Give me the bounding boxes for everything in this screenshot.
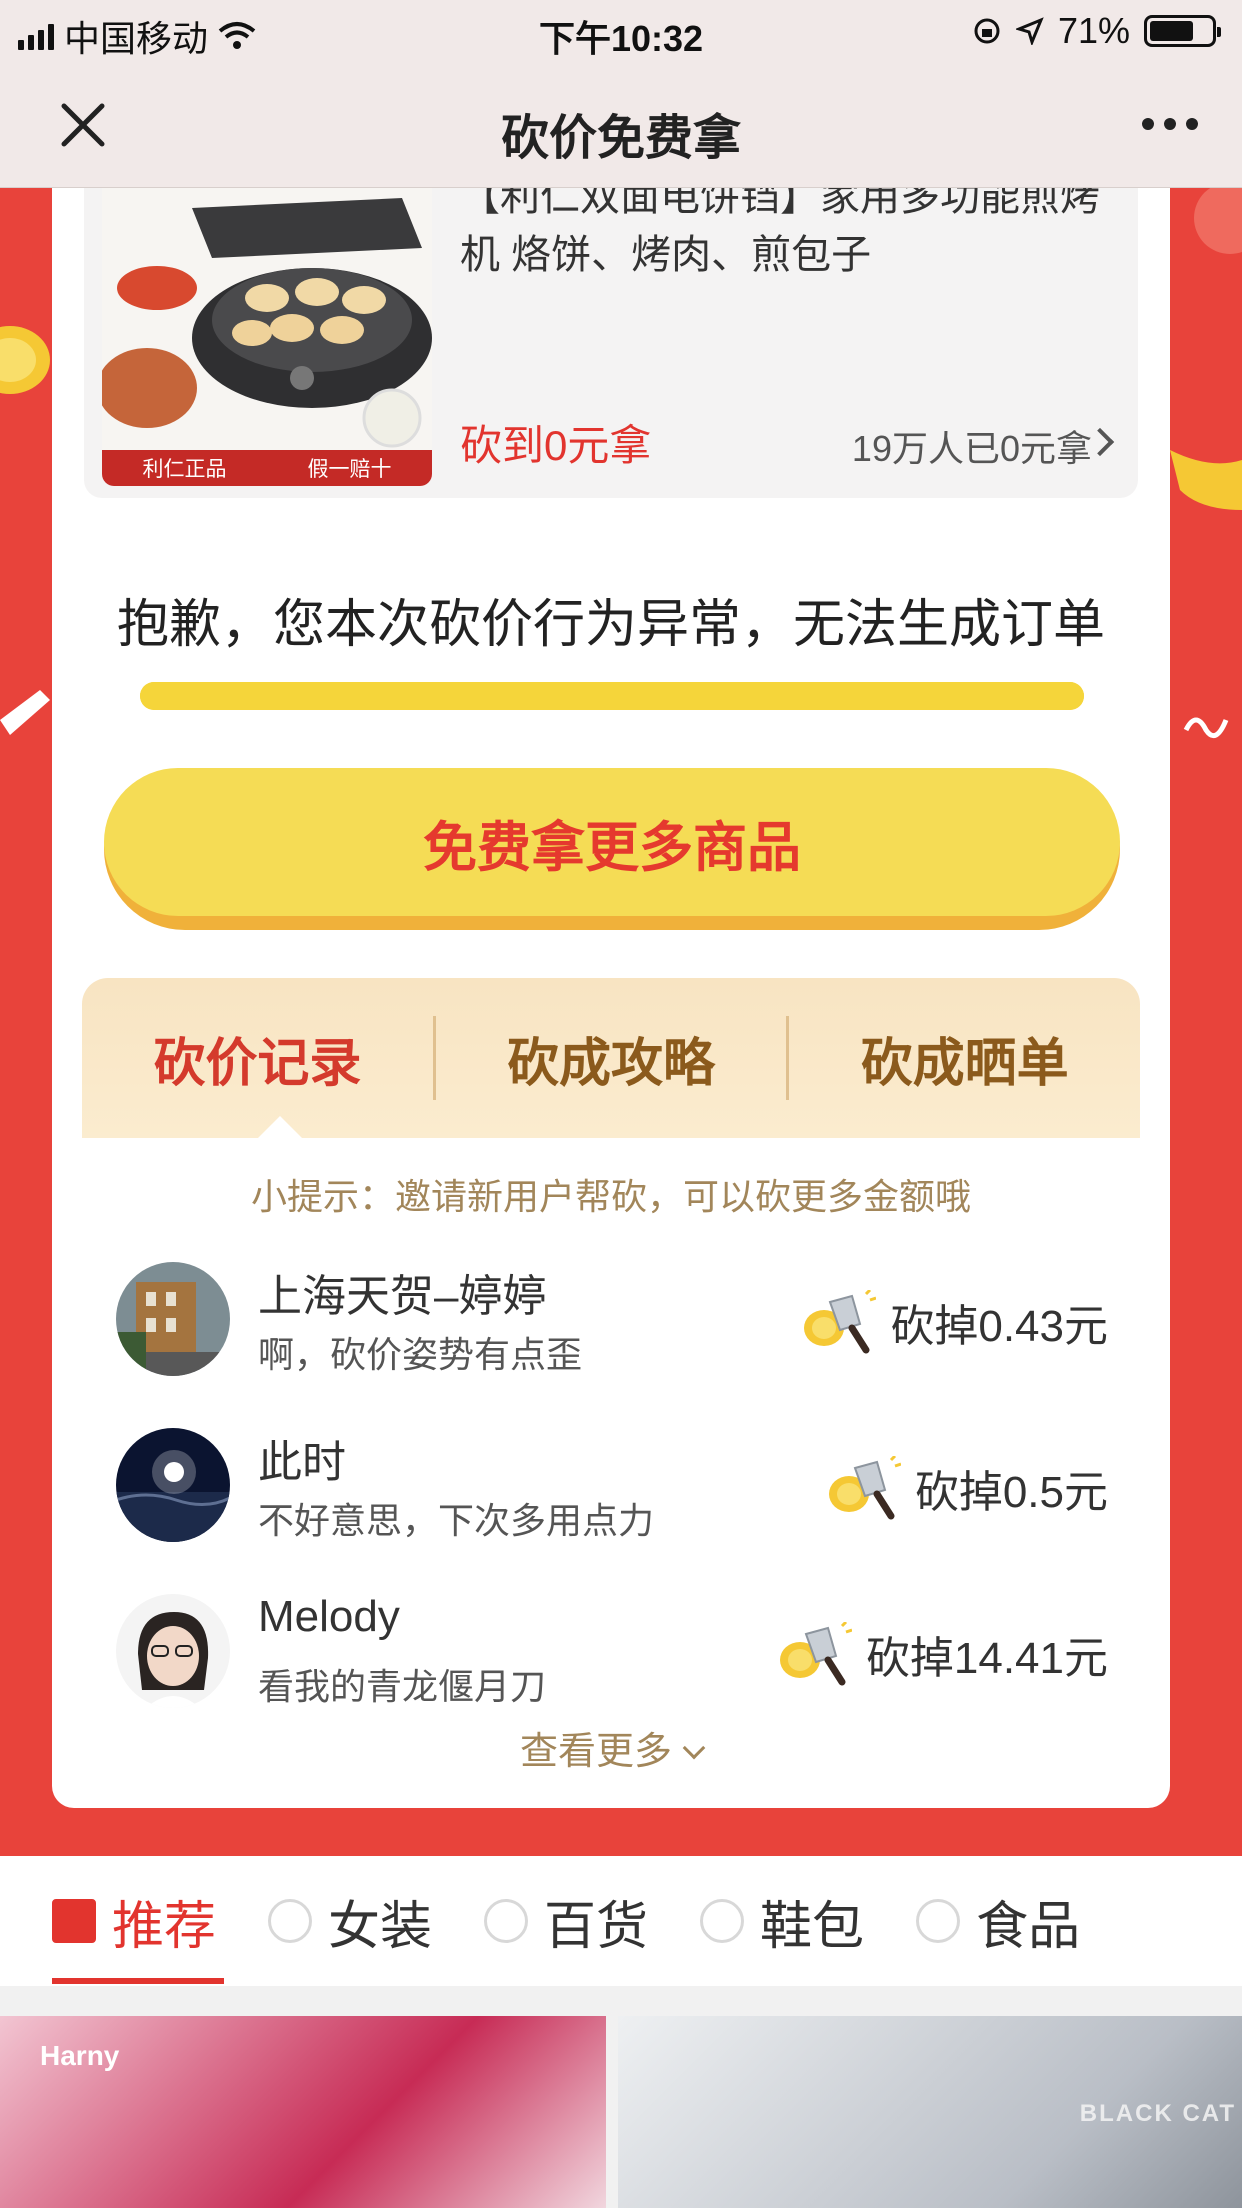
record-amount: 砍掉0.5元 xyxy=(914,1468,1108,1517)
tab-general-goods[interactable]: 百货 xyxy=(484,1884,648,1959)
product-card[interactable]: 利仁正品 假一赔十 【利仁双面电饼铛】家用多功能煎烤机 烙饼、烤肉、煎包子 砍到… xyxy=(84,188,1138,498)
tab-bargain-record[interactable]: 砍价记录 xyxy=(82,1021,433,1096)
record-name: 上海天贺–婷婷 xyxy=(258,1272,547,1321)
record-name: 此时 xyxy=(258,1438,346,1487)
category-label: 百货 xyxy=(544,1897,649,1956)
category-tabs: 推荐 女装 百货 鞋包 食品 xyxy=(0,1856,1242,1986)
record-amount: 砍掉14.41元 xyxy=(865,1634,1108,1683)
image-band-left: 利仁正品 xyxy=(142,458,227,481)
tab-bargain-showcase[interactable]: 砍成晒单 xyxy=(789,1021,1140,1096)
main-card: 利仁正品 假一赔十 【利仁双面电饼铛】家用多功能煎烤机 烙饼、烤肉、煎包子 砍到… xyxy=(52,188,1170,1808)
list-item: 此时 不好意思，下次多用点力 砍掉0.5元 xyxy=(52,1412,1170,1578)
corner-decoration xyxy=(1194,188,1242,254)
product-count-label[interactable]: 19万人已0元拿 xyxy=(852,420,1092,472)
page-title: 砍价免费拿 xyxy=(500,112,741,165)
coin-decoration xyxy=(0,326,50,394)
record-name: Melody xyxy=(258,1592,400,1641)
ribbon-decoration xyxy=(1183,717,1229,739)
shirt-icon xyxy=(268,1899,313,1943)
list-item: 上海天贺–婷婷 啊，砍价姿势有点歪 砍掉0.43元 xyxy=(52,1246,1170,1412)
star-icon xyxy=(52,1899,96,1943)
product-price-label: 砍到0元拿 xyxy=(460,422,652,469)
tip-text: 小提示：邀请新用户帮砍，可以砍更多金额哦 xyxy=(250,1176,971,1217)
category-label: 食品 xyxy=(976,1897,1081,1956)
product-brand-text: Harny xyxy=(40,2040,120,2071)
tab-recommend[interactable]: 推荐 xyxy=(52,1884,216,1959)
knife-coin-icon xyxy=(804,1290,877,1354)
watermark-logo: BLACK CAT xyxy=(1079,2100,1236,2127)
tab-womens-clothing[interactable]: 女装 xyxy=(268,1884,432,1959)
status-bar: 中国移动 下午10:32 71% xyxy=(0,0,1242,62)
category-label: 女装 xyxy=(328,1897,433,1956)
chevron-down-icon xyxy=(682,1736,706,1760)
record-message: 不好意思，下次多用点力 xyxy=(258,1500,655,1541)
rotation-lock-icon xyxy=(974,18,1000,44)
bargain-records: 上海天贺–婷婷 啊，砍价姿势有点歪 砍掉0.43元 此时 不好意思，下次多用点力… xyxy=(52,1246,1170,1744)
more-icon[interactable] xyxy=(1142,118,1198,130)
more-products-label: 免费拿更多商品 xyxy=(104,768,1120,916)
avatar xyxy=(116,1262,230,1376)
record-amount: 砍掉0.43元 xyxy=(890,1302,1108,1351)
error-notice: 抱歉，您本次砍价行为异常，无法生成订单 xyxy=(116,596,1105,654)
coin-decoration xyxy=(1170,450,1242,510)
avatar xyxy=(116,1594,230,1708)
tab-food[interactable]: 食品 xyxy=(916,1884,1080,1959)
more-products-button[interactable]: 免费拿更多商品 xyxy=(104,768,1120,930)
active-tab-underline xyxy=(52,1978,224,1984)
view-more-link[interactable]: 查看更多 xyxy=(52,1720,1170,1775)
record-tabs: 砍价记录 砍成攻略 砍成晒单 xyxy=(82,978,1140,1138)
record-message: 啊，砍价姿势有点歪 xyxy=(258,1334,583,1375)
nav-bar: 砍价免费拿 xyxy=(0,62,1242,188)
product-title: 【利仁双面电饼铛】家用多功能煎烤机 烙饼、烤肉、煎包子 xyxy=(460,188,1100,277)
firecracker-decoration xyxy=(0,690,50,735)
battery-percent: 71% xyxy=(1057,10,1130,51)
product-image: 利仁正品 假一赔十 xyxy=(102,188,432,486)
record-message: 看我的青龙偃月刀 xyxy=(258,1666,547,1707)
knife-coin-icon xyxy=(828,1456,901,1520)
knife-coin-icon xyxy=(779,1622,852,1686)
shoe-icon xyxy=(700,1899,745,1943)
location-arrow-icon xyxy=(1015,17,1044,45)
category-label: 鞋包 xyxy=(760,1897,865,1956)
avatar xyxy=(116,1428,230,1542)
umbrella-icon xyxy=(484,1899,529,1943)
view-more-label: 查看更多 xyxy=(519,1731,672,1773)
battery-icon xyxy=(1144,15,1221,47)
cup-icon xyxy=(916,1899,961,1943)
category-label: 推荐 xyxy=(112,1897,217,1956)
tab-shoes-bags[interactable]: 鞋包 xyxy=(700,1884,864,1959)
tab-bargain-guide[interactable]: 砍成攻略 xyxy=(436,1021,787,1096)
progress-bar xyxy=(140,682,1084,710)
image-band-right: 假一赔十 xyxy=(307,458,392,481)
tab-pointer xyxy=(258,1116,302,1138)
